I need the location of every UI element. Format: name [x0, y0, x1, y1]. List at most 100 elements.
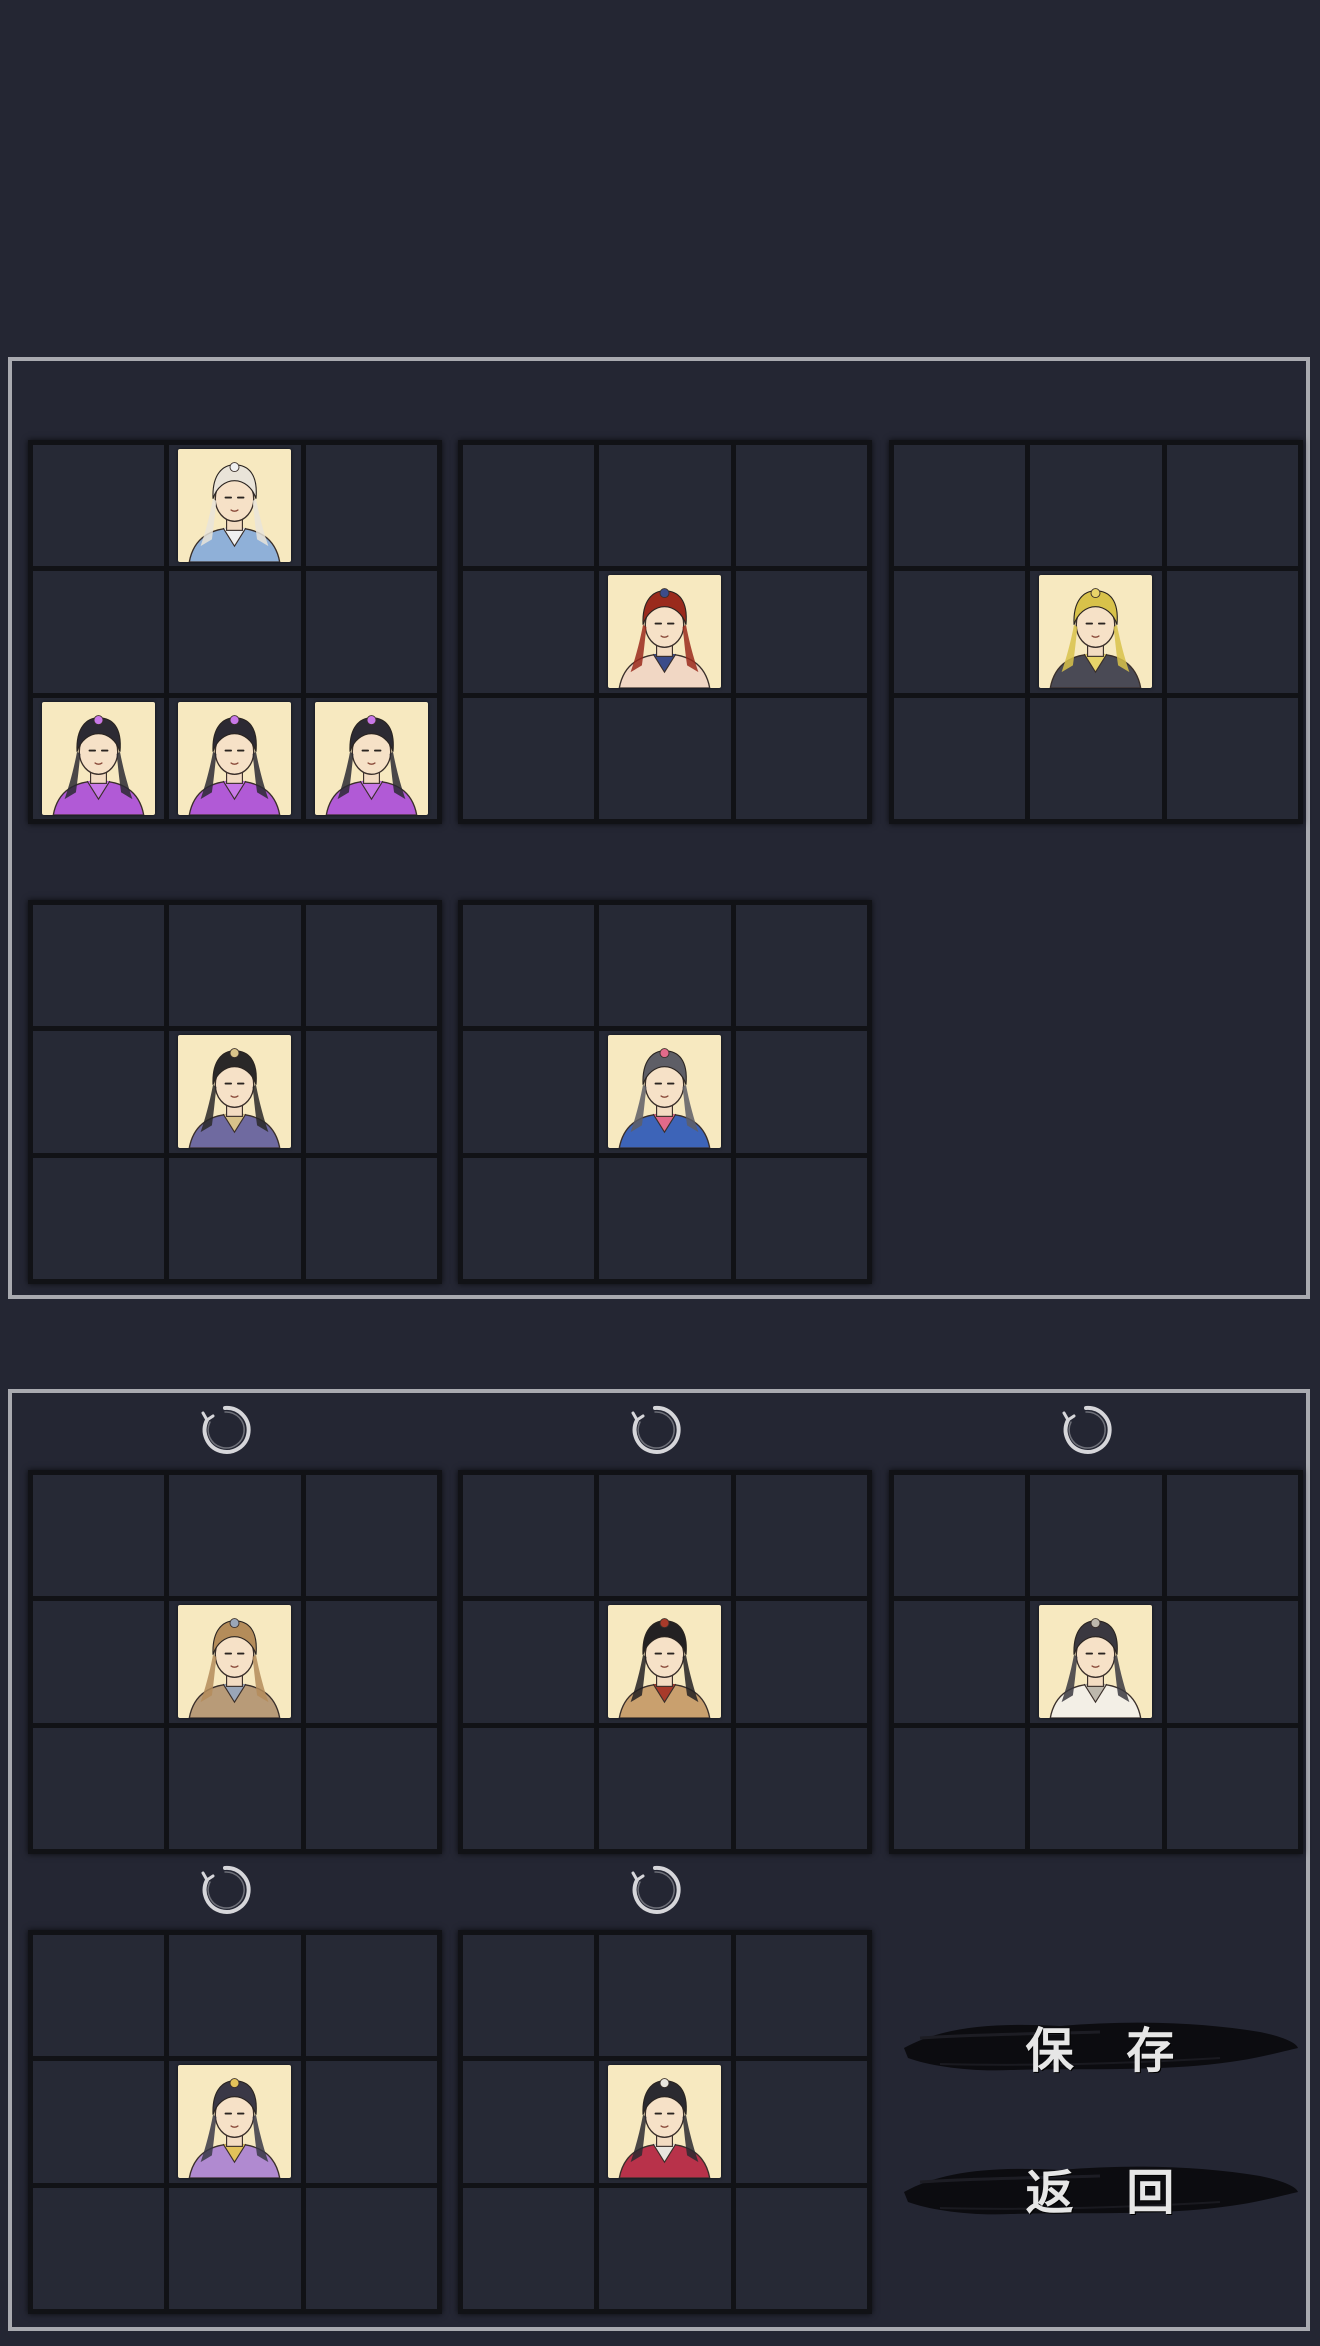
formation-cell[interactable] — [169, 571, 301, 693]
formation-cell[interactable] — [1166, 571, 1298, 693]
formation-cell[interactable] — [894, 1727, 1026, 1849]
formation-cell[interactable] — [1030, 571, 1162, 693]
formation-cell[interactable] — [735, 445, 867, 567]
formation-cell[interactable] — [463, 1935, 595, 2057]
formation-cell[interactable] — [735, 1157, 867, 1279]
formation-cell[interactable] — [599, 1727, 731, 1849]
formation-cell[interactable] — [1166, 445, 1298, 567]
formation-cell[interactable] — [1166, 1727, 1298, 1849]
formation-cell[interactable] — [1166, 1601, 1298, 1723]
formation-cell[interactable] — [599, 1031, 731, 1153]
formation-cell[interactable] — [305, 445, 437, 567]
formation-cell[interactable] — [894, 571, 1026, 693]
formation-cell[interactable] — [305, 1601, 437, 1723]
hero-portrait-fur-hat-blademaster[interactable] — [178, 1605, 292, 1719]
formation-cell[interactable] — [1030, 445, 1162, 567]
formation-cell[interactable] — [463, 2187, 595, 2309]
formation-cell[interactable] — [894, 697, 1026, 819]
formation-cell[interactable] — [169, 1031, 301, 1153]
formation-cell[interactable] — [169, 1157, 301, 1279]
formation-cell[interactable] — [735, 2187, 867, 2309]
formation-cell[interactable] — [305, 2187, 437, 2309]
formation-cell[interactable] — [599, 1935, 731, 2057]
formation-cell[interactable] — [33, 905, 165, 1027]
save-button[interactable]: 保 存 — [900, 2008, 1300, 2084]
formation-cell[interactable] — [305, 697, 437, 819]
formation-cell[interactable] — [735, 571, 867, 693]
formation-cell[interactable] — [305, 905, 437, 1027]
back-button[interactable]: 返 回 — [900, 2150, 1300, 2226]
formation-cell[interactable] — [305, 2061, 437, 2183]
hero-portrait-bearded-elder[interactable] — [1039, 575, 1153, 689]
formation-cell[interactable] — [463, 1157, 595, 1279]
formation-cell[interactable] — [735, 2061, 867, 2183]
formation-cell[interactable] — [33, 1935, 165, 2057]
formation-cell[interactable] — [305, 1157, 437, 1279]
formation-cell[interactable] — [169, 1727, 301, 1849]
formation-cell[interactable] — [463, 571, 595, 693]
formation-cell[interactable] — [305, 1935, 437, 2057]
formation-cell[interactable] — [1030, 1475, 1162, 1597]
formation-cell[interactable] — [599, 2061, 731, 2183]
hero-portrait-veiled-sorceress[interactable] — [42, 701, 156, 815]
formation-cell[interactable] — [735, 1727, 867, 1849]
formation-cell[interactable] — [463, 905, 595, 1027]
formation-cell[interactable] — [599, 1601, 731, 1723]
formation-cell[interactable] — [463, 445, 595, 567]
formation-cell[interactable] — [894, 1475, 1026, 1597]
formation-cell[interactable] — [169, 445, 301, 567]
formation-cell[interactable] — [33, 445, 165, 567]
formation-cell[interactable] — [1030, 1601, 1162, 1723]
formation-cell[interactable] — [463, 697, 595, 819]
formation-cell[interactable] — [1166, 697, 1298, 819]
refresh-circle-icon[interactable] — [628, 1403, 682, 1457]
hero-portrait-crowned-lady[interactable] — [178, 2065, 292, 2179]
formation-cell[interactable] — [599, 445, 731, 567]
formation-cell[interactable] — [894, 1601, 1026, 1723]
formation-cell[interactable] — [33, 1727, 165, 1849]
formation-cell[interactable] — [305, 571, 437, 693]
formation-cell[interactable] — [33, 1475, 165, 1597]
formation-cell[interactable] — [463, 1475, 595, 1597]
refresh-circle-icon[interactable] — [1059, 1403, 1113, 1457]
formation-cell[interactable] — [463, 1601, 595, 1723]
hero-portrait-veiled-sorceress[interactable] — [178, 701, 292, 815]
hero-portrait-white-robed-swordsman[interactable] — [1039, 1605, 1153, 1719]
formation-cell[interactable] — [169, 2061, 301, 2183]
formation-cell[interactable] — [599, 1157, 731, 1279]
formation-cell[interactable] — [599, 2187, 731, 2309]
formation-cell[interactable] — [735, 1031, 867, 1153]
refresh-circle-icon[interactable] — [628, 1863, 682, 1917]
formation-cell[interactable] — [169, 1935, 301, 2057]
formation-cell[interactable] — [894, 445, 1026, 567]
hero-portrait-fan-scholar[interactable] — [178, 449, 292, 563]
formation-cell[interactable] — [599, 697, 731, 819]
refresh-circle-icon[interactable] — [198, 1403, 252, 1457]
formation-cell[interactable] — [305, 1475, 437, 1597]
hero-portrait-topknot-brawler[interactable] — [608, 1605, 722, 1719]
hero-portrait-ponytail-swordsman[interactable] — [608, 2065, 722, 2179]
formation-cell[interactable] — [599, 1475, 731, 1597]
formation-cell[interactable] — [463, 2061, 595, 2183]
formation-cell[interactable] — [33, 2061, 165, 2183]
hero-portrait-eyepatch-swordsman[interactable] — [178, 1035, 292, 1149]
formation-cell[interactable] — [169, 1475, 301, 1597]
formation-cell[interactable] — [33, 571, 165, 693]
formation-cell[interactable] — [735, 697, 867, 819]
formation-cell[interactable] — [1030, 1727, 1162, 1849]
formation-cell[interactable] — [735, 905, 867, 1027]
formation-cell[interactable] — [1030, 697, 1162, 819]
formation-cell[interactable] — [735, 1935, 867, 2057]
formation-cell[interactable] — [33, 2187, 165, 2309]
formation-cell[interactable] — [463, 1727, 595, 1849]
formation-cell[interactable] — [33, 697, 165, 819]
formation-cell[interactable] — [735, 1601, 867, 1723]
formation-cell[interactable] — [463, 1031, 595, 1153]
formation-cell[interactable] — [33, 1601, 165, 1723]
formation-cell[interactable] — [169, 2187, 301, 2309]
formation-cell[interactable] — [169, 1601, 301, 1723]
formation-cell[interactable] — [169, 905, 301, 1027]
refresh-circle-icon[interactable] — [198, 1863, 252, 1917]
formation-cell[interactable] — [33, 1157, 165, 1279]
formation-cell[interactable] — [735, 1475, 867, 1597]
